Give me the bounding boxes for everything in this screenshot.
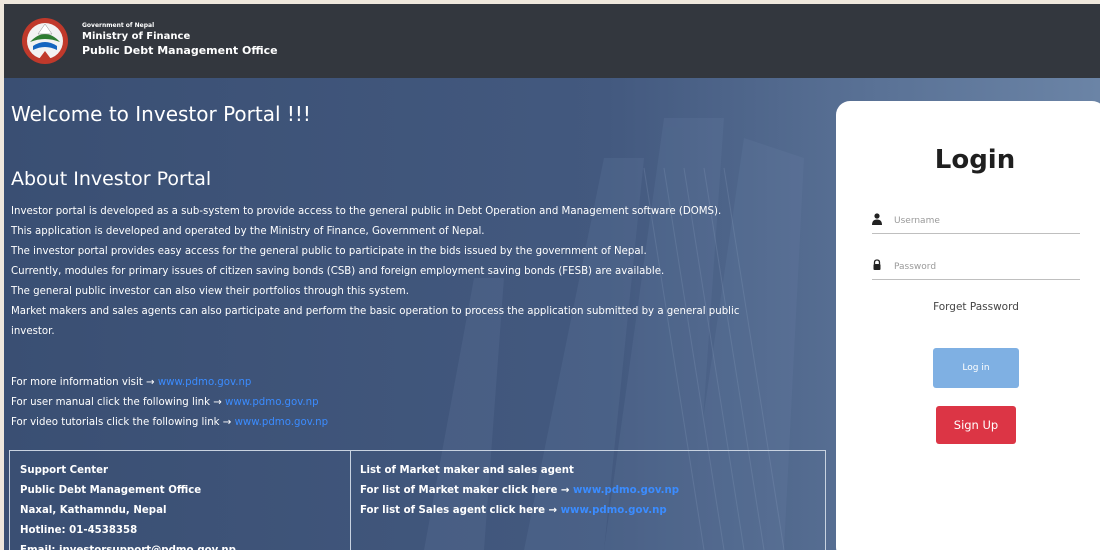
support-info-box: Support Center Public Debt Management Of… xyxy=(9,450,826,550)
welcome-heading: Welcome to Investor Portal !!! xyxy=(11,102,311,126)
sales-agent-line: For list of Sales agent click here → www… xyxy=(360,501,679,521)
sales-agent-label: For list of Sales agent click here → xyxy=(360,505,561,516)
signup-button[interactable]: Sign Up xyxy=(936,406,1016,444)
government-label: Government of Nepal xyxy=(82,22,155,29)
user-manual-link[interactable]: www.pdmo.gov.np xyxy=(225,397,319,408)
about-heading: About Investor Portal xyxy=(11,168,212,190)
login-card: Login Forget Password Log in Sign Up xyxy=(836,101,1100,550)
password-input[interactable] xyxy=(894,258,1074,276)
about-line: The investor portal provides easy access… xyxy=(11,246,647,257)
user-manual-line: For user manual click the following link… xyxy=(11,393,811,413)
user-icon xyxy=(872,213,882,225)
lock-icon xyxy=(873,259,881,270)
login-title: Login xyxy=(934,145,1016,175)
forget-password-link[interactable]: Forget Password xyxy=(836,301,1100,313)
about-line: Currently, modules for primary issues of… xyxy=(11,266,665,277)
divider xyxy=(350,451,351,550)
username-field xyxy=(872,210,1080,234)
market-title: List of Market maker and sales agent xyxy=(360,465,574,476)
ministry-label: Ministry of Finance xyxy=(82,31,191,42)
support-hotline: Hotline: 01-4538358 xyxy=(20,525,138,536)
support-center: Support Center Public Debt Management Of… xyxy=(20,461,236,550)
video-tutorials-label: For video tutorials click the following … xyxy=(11,417,235,428)
info-links: For more information visit → www.pdmo.go… xyxy=(11,373,811,433)
sales-agent-link[interactable]: www.pdmo.gov.np xyxy=(561,505,667,516)
about-line: investor. xyxy=(11,326,55,337)
about-line: The general public investor can also vie… xyxy=(11,286,409,297)
support-office: Public Debt Management Office xyxy=(20,485,202,496)
about-text: Investor portal is developed as a sub-sy… xyxy=(11,202,811,342)
nepal-emblem-icon xyxy=(22,18,68,64)
more-info-link[interactable]: www.pdmo.gov.np xyxy=(158,377,252,388)
market-maker-line: For list of Market maker click here → ww… xyxy=(360,481,679,501)
about-line: This application is developed and operat… xyxy=(11,226,485,237)
page-frame: Government of Nepal Ministry of Finance … xyxy=(4,4,1100,550)
login-button[interactable]: Log in xyxy=(933,348,1019,388)
market-maker-link[interactable]: www.pdmo.gov.np xyxy=(573,485,679,496)
office-label: Public Debt Management Office xyxy=(82,44,278,57)
video-tutorials-link[interactable]: www.pdmo.gov.np xyxy=(235,417,329,428)
market-maker-label: For list of Market maker click here → xyxy=(360,485,574,496)
support-email: Email: investorsupport@pdmo.gov.np xyxy=(20,541,236,550)
support-address: Naxal, Kathamndu, Nepal xyxy=(20,505,167,516)
user-manual-label: For user manual click the following link… xyxy=(11,397,226,408)
site-header: Government of Nepal Ministry of Finance … xyxy=(4,4,1100,78)
support-title: Support Center xyxy=(20,465,109,476)
video-tutorials-line: For video tutorials click the following … xyxy=(11,413,811,433)
password-field xyxy=(872,256,1080,280)
about-line: Investor portal is developed as a sub-sy… xyxy=(11,206,722,217)
about-line: Market makers and sales agents can also … xyxy=(11,306,740,317)
market-agent-list: List of Market maker and sales agent For… xyxy=(360,461,679,521)
more-info-line: For more information visit → www.pdmo.go… xyxy=(11,373,811,393)
username-input[interactable] xyxy=(894,212,1074,230)
more-info-label: For more information visit → xyxy=(11,377,158,388)
